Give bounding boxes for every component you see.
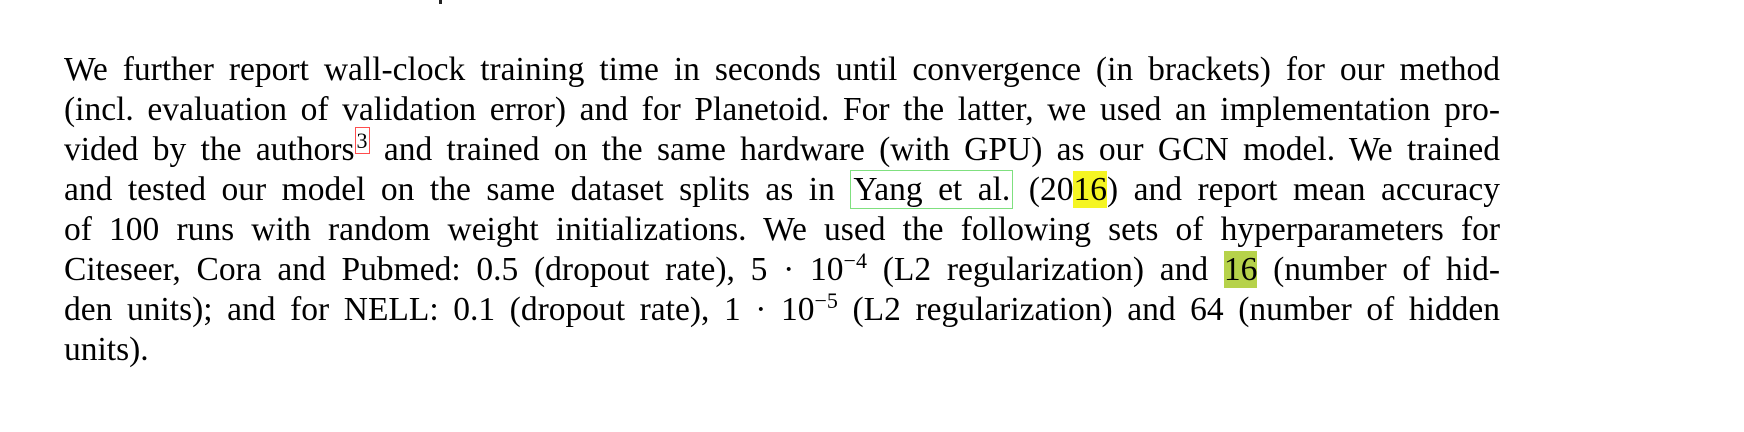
- line-2-text: (incl. evaluation of validation error) a…: [64, 91, 1500, 128]
- page-edge-mark: [439, 0, 442, 4]
- line-7-text-b: (L2 regularization) and 64 (number of hi…: [837, 291, 1500, 328]
- line-3-text-a: vided by the authors: [64, 131, 355, 168]
- line-7-text-a: den units); and for NELL: 0.1 (dropout r…: [64, 291, 815, 328]
- footnote-link[interactable]: 3: [354, 126, 370, 154]
- line-4-text-c: ) and report mean accuracy: [1106, 171, 1501, 208]
- citation-link[interactable]: Yang et al.: [850, 170, 1014, 209]
- line-1-text: We further report wall-clock training ti…: [64, 51, 1500, 88]
- text-line-8: units).: [64, 330, 1500, 370]
- text-line-6: Citeseer, Cora and Pubmed: 0.5 (dropout …: [64, 247, 1501, 290]
- year-highlight: 16: [1073, 171, 1107, 208]
- body-paragraph: We further report wall-clock training ti…: [64, 50, 1500, 370]
- line-8-text: units).: [64, 331, 149, 368]
- text-line-5: of 100 runs with random weight initializ…: [64, 210, 1500, 250]
- line-4-text-b: (20: [1013, 171, 1074, 208]
- text-line-4: and tested our model on the same dataset…: [64, 170, 1500, 210]
- line-5-text: of 100 runs with random weight initializ…: [64, 211, 1500, 248]
- hidden-units-highlight: 16: [1223, 251, 1258, 288]
- line-6-text-b: (L2 regularization) and: [866, 251, 1224, 288]
- exponent-l2-a: −4: [843, 247, 867, 273]
- text-line-7: den units); and for NELL: 0.1 (dropout r…: [64, 287, 1500, 330]
- text-line-1: We further report wall-clock training ti…: [64, 50, 1500, 90]
- paper-page: We further report wall-clock training ti…: [0, 0, 1744, 432]
- line-6-text-c: (number of hid-: [1257, 251, 1501, 288]
- line-3-text-b: and trained on the same hardware (with G…: [369, 131, 1500, 168]
- text-line-3: vided by the authors3 and trained on the…: [64, 126, 1500, 170]
- line-6-text-a: Citeseer, Cora and Pubmed: 0.5 (dropout …: [64, 251, 844, 288]
- line-4-text-a: and tested our model on the same dataset…: [64, 171, 851, 208]
- exponent-l2-b: −5: [814, 287, 838, 313]
- text-line-2: (incl. evaluation of validation error) a…: [64, 90, 1500, 130]
